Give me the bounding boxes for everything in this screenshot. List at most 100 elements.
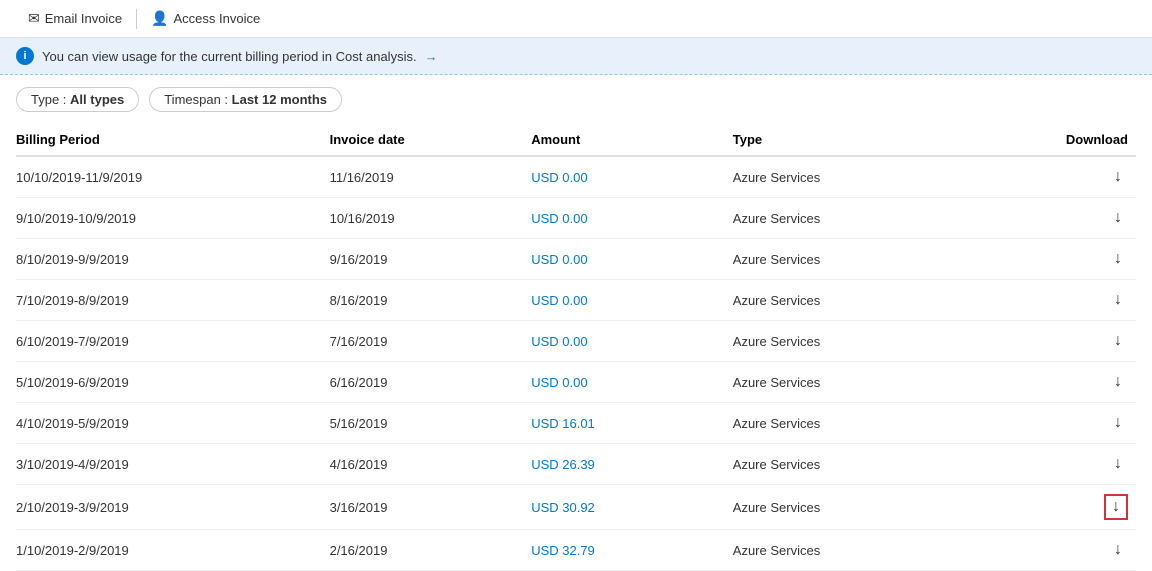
download-button[interactable]: ↓ [1108, 539, 1128, 561]
col-header-billing-period: Billing Period [16, 124, 330, 156]
table-row: 8/10/2019-9/9/20199/16/2019USD 0.00Azure… [16, 239, 1136, 280]
access-invoice-button[interactable]: 👤 Access Invoice [139, 6, 272, 31]
cell-download: ↓ [979, 239, 1136, 280]
cell-amount[interactable]: USD 0.00 [531, 239, 733, 280]
cell-type: Azure Services [733, 530, 979, 571]
cell-billing-period: 7/10/2019-8/9/2019 [16, 280, 330, 321]
cell-download: ↓ [979, 156, 1136, 198]
cell-download: ↓ [979, 444, 1136, 485]
cell-invoice-date: 11/16/2019 [330, 156, 532, 198]
cell-billing-period: 2/10/2019-3/9/2019 [16, 485, 330, 530]
cell-amount[interactable]: USD 0.00 [531, 321, 733, 362]
cell-amount[interactable]: USD 0.00 [531, 362, 733, 403]
person-icon: 👤 [151, 10, 168, 27]
table-row: 9/10/2019-10/9/201910/16/2019USD 0.00Azu… [16, 198, 1136, 239]
cell-amount[interactable]: USD 0.00 [531, 156, 733, 198]
info-banner: i You can view usage for the current bil… [0, 38, 1152, 75]
banner-link[interactable]: → [425, 49, 438, 64]
cell-amount[interactable]: USD 0.00 [531, 280, 733, 321]
table-row: 7/10/2019-8/9/20198/16/2019USD 0.00Azure… [16, 280, 1136, 321]
col-header-type: Type [733, 124, 979, 156]
download-icon: ↓ [1114, 209, 1122, 226]
toolbar: ✉ Email Invoice 👤 Access Invoice [0, 0, 1152, 38]
download-button[interactable]: ↓ [1108, 412, 1128, 434]
download-button[interactable]: ↓ [1108, 166, 1128, 188]
download-icon: ↓ [1114, 373, 1122, 390]
download-icon: ↓ [1112, 498, 1120, 515]
cell-amount[interactable]: USD 16.01 [531, 403, 733, 444]
cell-billing-period: 3/10/2019-4/9/2019 [16, 444, 330, 485]
table-row: 3/10/2019-4/9/20194/16/2019USD 26.39Azur… [16, 444, 1136, 485]
download-button[interactable]: ↓ [1108, 371, 1128, 393]
download-button[interactable]: ↓ [1108, 248, 1128, 270]
cell-download: ↓ [979, 280, 1136, 321]
cell-type: Azure Services [733, 239, 979, 280]
cell-billing-period: 10/10/2019-11/9/2019 [16, 156, 330, 198]
cell-invoice-date: 10/16/2019 [330, 198, 532, 239]
table-row: 10/10/2019-11/9/201911/16/2019USD 0.00Az… [16, 156, 1136, 198]
access-invoice-label: Access Invoice [173, 11, 260, 26]
invoices-table-container: Billing Period Invoice date Amount Type … [0, 124, 1152, 571]
table-row: 6/10/2019-7/9/20197/16/2019USD 0.00Azure… [16, 321, 1136, 362]
email-invoice-button[interactable]: ✉ Email Invoice [16, 6, 134, 31]
invoices-table: Billing Period Invoice date Amount Type … [16, 124, 1136, 571]
download-icon: ↓ [1114, 250, 1122, 267]
cell-type: Azure Services [733, 156, 979, 198]
type-filter-button[interactable]: Type : All types [16, 87, 139, 112]
cell-amount[interactable]: USD 0.00 [531, 198, 733, 239]
col-header-download: Download [979, 124, 1136, 156]
cell-billing-period: 8/10/2019-9/9/2019 [16, 239, 330, 280]
cell-type: Azure Services [733, 444, 979, 485]
type-filter-label: Type : All types [31, 92, 124, 107]
cell-invoice-date: 6/16/2019 [330, 362, 532, 403]
cell-type: Azure Services [733, 280, 979, 321]
cell-amount[interactable]: USD 30.92 [531, 485, 733, 530]
cell-billing-period: 4/10/2019-5/9/2019 [16, 403, 330, 444]
download-button[interactable]: ↓ [1108, 453, 1128, 475]
download-icon: ↓ [1114, 291, 1122, 308]
cell-billing-period: 9/10/2019-10/9/2019 [16, 198, 330, 239]
cell-invoice-date: 5/16/2019 [330, 403, 532, 444]
col-header-invoice-date: Invoice date [330, 124, 532, 156]
col-header-amount: Amount [531, 124, 733, 156]
cell-download: ↓ [979, 530, 1136, 571]
cell-invoice-date: 8/16/2019 [330, 280, 532, 321]
cell-download: ↓ [979, 485, 1136, 530]
download-button[interactable]: ↓ [1108, 207, 1128, 229]
table-row: 5/10/2019-6/9/20196/16/2019USD 0.00Azure… [16, 362, 1136, 403]
download-button[interactable]: ↓ [1104, 494, 1128, 520]
table-row: 2/10/2019-3/9/20193/16/2019USD 30.92Azur… [16, 485, 1136, 530]
download-icon: ↓ [1114, 414, 1122, 431]
cell-invoice-date: 3/16/2019 [330, 485, 532, 530]
info-icon: i [16, 47, 34, 65]
cell-invoice-date: 7/16/2019 [330, 321, 532, 362]
download-button[interactable]: ↓ [1108, 330, 1128, 352]
cell-amount[interactable]: USD 26.39 [531, 444, 733, 485]
cell-billing-period: 6/10/2019-7/9/2019 [16, 321, 330, 362]
cell-download: ↓ [979, 321, 1136, 362]
table-row: 4/10/2019-5/9/20195/16/2019USD 16.01Azur… [16, 403, 1136, 444]
cell-billing-period: 5/10/2019-6/9/2019 [16, 362, 330, 403]
download-icon: ↓ [1114, 332, 1122, 349]
cell-invoice-date: 2/16/2019 [330, 530, 532, 571]
cell-download: ↓ [979, 403, 1136, 444]
timespan-filter-label: Timespan : Last 12 months [164, 92, 327, 107]
download-icon: ↓ [1114, 455, 1122, 472]
cell-invoice-date: 9/16/2019 [330, 239, 532, 280]
email-invoice-label: Email Invoice [45, 11, 122, 26]
banner-message: You can view usage for the current billi… [42, 49, 417, 64]
email-icon: ✉ [28, 10, 40, 27]
cell-type: Azure Services [733, 485, 979, 530]
cell-amount[interactable]: USD 32.79 [531, 530, 733, 571]
download-button[interactable]: ↓ [1108, 289, 1128, 311]
cell-type: Azure Services [733, 198, 979, 239]
toolbar-divider [136, 9, 137, 29]
cell-billing-period: 1/10/2019-2/9/2019 [16, 530, 330, 571]
download-icon: ↓ [1114, 541, 1122, 558]
table-row: 1/10/2019-2/9/20192/16/2019USD 32.79Azur… [16, 530, 1136, 571]
download-icon: ↓ [1114, 168, 1122, 185]
filters-bar: Type : All types Timespan : Last 12 mont… [0, 75, 1152, 124]
timespan-filter-button[interactable]: Timespan : Last 12 months [149, 87, 342, 112]
table-header-row: Billing Period Invoice date Amount Type … [16, 124, 1136, 156]
cell-type: Azure Services [733, 403, 979, 444]
